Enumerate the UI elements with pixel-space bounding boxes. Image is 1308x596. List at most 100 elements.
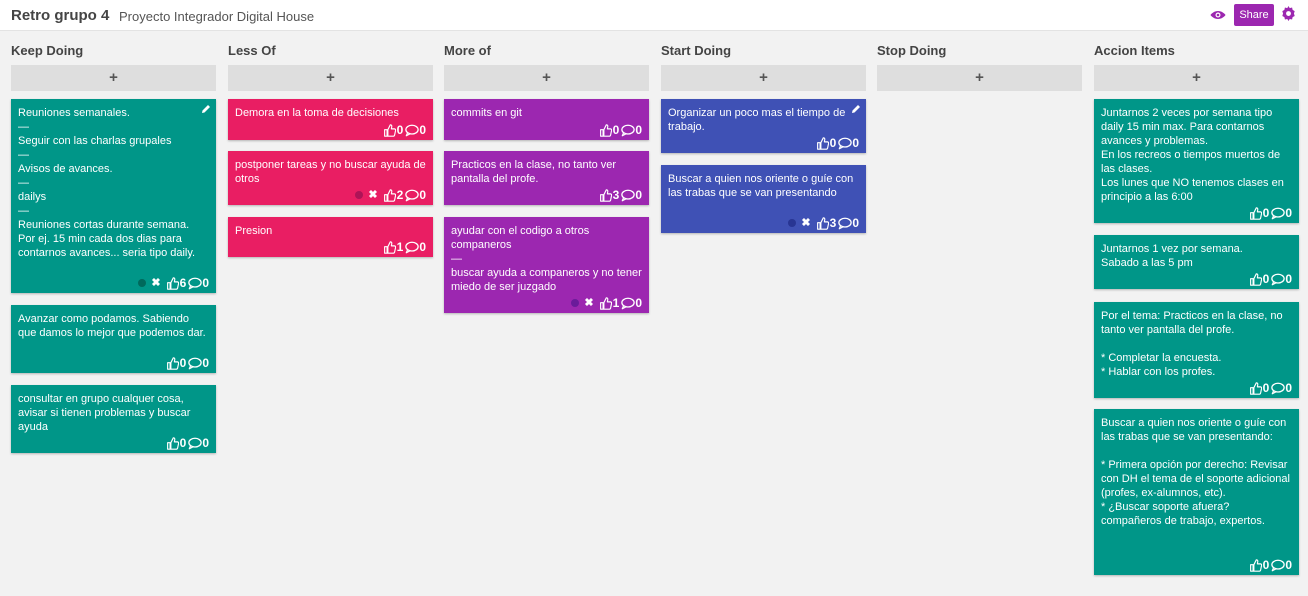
vote-dot-icon[interactable] bbox=[355, 191, 364, 199]
card-footer: ✖ 3 0 bbox=[788, 216, 861, 230]
thumbs-up-icon[interactable] bbox=[1249, 558, 1262, 572]
like-count: 0 bbox=[612, 123, 620, 137]
comment-icon[interactable] bbox=[1271, 559, 1286, 572]
column-accion-items: Accion Items + Juntarnos 2 veces por seman… bbox=[1094, 31, 1299, 591]
comment-icon[interactable] bbox=[405, 241, 420, 254]
like-count: 3 bbox=[829, 216, 837, 230]
thumbs-up-icon[interactable] bbox=[166, 276, 179, 290]
thumbs-up-icon[interactable] bbox=[599, 296, 612, 310]
like-count: 0 bbox=[1262, 206, 1270, 220]
like-count: 2 bbox=[396, 188, 404, 202]
like-count: 0 bbox=[179, 356, 187, 370]
retro-card[interactable]: Juntarnos 2 veces por semana tipo daily … bbox=[1094, 99, 1299, 223]
add-card-button[interactable]: + bbox=[661, 65, 866, 91]
retro-card[interactable]: Reuniones semanales. — Seguir con las ch… bbox=[11, 99, 216, 293]
card-text: Buscar a quien nos oriente o guíe con la… bbox=[1101, 417, 1290, 527]
retro-card[interactable]: Organizar un poco mas el tiempo de traba… bbox=[661, 99, 866, 153]
delete-icon[interactable]: ✖ bbox=[368, 188, 377, 202]
comment-icon[interactable] bbox=[1271, 273, 1286, 286]
thumbs-up-icon[interactable] bbox=[816, 216, 829, 230]
comment-icon[interactable] bbox=[188, 357, 203, 370]
comment-icon[interactable] bbox=[188, 277, 203, 290]
gear-icon[interactable] bbox=[1281, 6, 1296, 21]
vote-dot-icon[interactable] bbox=[571, 299, 580, 307]
card-footer: 00 bbox=[599, 123, 644, 137]
add-card-button[interactable]: + bbox=[1094, 65, 1299, 91]
column-stop-doing: Stop Doing + bbox=[877, 31, 1082, 591]
thumbs-up-icon[interactable] bbox=[599, 188, 612, 202]
delete-icon[interactable]: ✖ bbox=[801, 216, 810, 230]
comment-icon[interactable] bbox=[838, 137, 853, 150]
add-card-button[interactable]: + bbox=[228, 65, 433, 91]
comment-icon[interactable] bbox=[1271, 207, 1286, 220]
retro-card[interactable]: consultar en grupo cualquer cosa, avisar… bbox=[11, 385, 216, 453]
column-title: Less Of bbox=[228, 43, 276, 58]
card-text: Practicos en la clase, no tanto ver pant… bbox=[451, 159, 620, 185]
card-text: Avanzar como podamos. Sabiendo que damos… bbox=[18, 313, 206, 339]
vote-dot-icon[interactable] bbox=[788, 219, 797, 227]
delete-icon[interactable]: ✖ bbox=[584, 296, 593, 310]
retro-card[interactable]: Por el tema: Practicos en la clase, no t… bbox=[1094, 302, 1299, 398]
comment-icon[interactable] bbox=[405, 124, 420, 137]
card-text: Juntarnos 2 veces por semana tipo daily … bbox=[1101, 107, 1284, 203]
thumbs-up-icon[interactable] bbox=[166, 356, 179, 370]
card-text: consultar en grupo cualquer cosa, avisar… bbox=[18, 393, 194, 433]
comment-count: 0 bbox=[419, 240, 426, 254]
comment-icon[interactable] bbox=[838, 217, 853, 230]
comment-count: 0 bbox=[635, 123, 642, 137]
retro-card[interactable]: Presion 1 0 bbox=[228, 217, 433, 257]
retro-card[interactable]: Practicos en la clase, no tanto ver pant… bbox=[444, 151, 649, 205]
thumbs-up-icon[interactable] bbox=[1249, 381, 1262, 395]
board-subtitle: Proyecto Integrador Digital House bbox=[119, 9, 315, 24]
card-text: commits en git bbox=[451, 107, 522, 119]
comment-icon[interactable] bbox=[405, 189, 420, 202]
board-title[interactable]: Retro grupo 4 bbox=[11, 7, 109, 24]
delete-icon[interactable]: ✖ bbox=[151, 276, 160, 290]
card-text: Demora en la toma de decisiones bbox=[235, 107, 399, 119]
eye-icon[interactable] bbox=[1210, 8, 1226, 22]
pencil-icon[interactable] bbox=[851, 104, 861, 114]
retro-card[interactable]: Avanzar como podamos. Sabiendo que damos… bbox=[11, 305, 216, 373]
thumbs-up-icon[interactable] bbox=[383, 123, 396, 137]
like-count: 0 bbox=[396, 123, 404, 137]
comment-icon[interactable] bbox=[621, 189, 636, 202]
retro-card[interactable]: Buscar a quien nos oriente o guíe con la… bbox=[661, 165, 866, 233]
thumbs-up-icon[interactable] bbox=[816, 136, 829, 150]
comment-count: 0 bbox=[419, 123, 426, 137]
add-card-button[interactable]: + bbox=[11, 65, 216, 91]
comment-icon[interactable] bbox=[621, 124, 636, 137]
thumbs-up-icon[interactable] bbox=[383, 188, 396, 202]
column-title: Keep Doing bbox=[11, 43, 84, 58]
thumbs-up-icon[interactable] bbox=[1249, 206, 1262, 220]
thumbs-up-icon[interactable] bbox=[166, 436, 179, 450]
card-text: Juntarnos 1 vez por semana. Sabado a las… bbox=[1101, 243, 1243, 269]
comment-icon[interactable] bbox=[1271, 382, 1286, 395]
card-footer: 00 bbox=[1249, 558, 1294, 572]
card-text: ayudar con el codigo a otros companeros … bbox=[451, 225, 642, 293]
thumbs-up-icon[interactable] bbox=[1249, 272, 1262, 286]
card-footer: 00 bbox=[383, 123, 428, 137]
pencil-icon[interactable] bbox=[201, 104, 211, 114]
card-text: Presion bbox=[235, 225, 273, 237]
retro-card[interactable]: ayudar con el codigo a otros companeros … bbox=[444, 217, 649, 313]
add-card-button[interactable]: + bbox=[877, 65, 1082, 91]
comment-icon[interactable] bbox=[621, 297, 636, 310]
thumbs-up-icon[interactable] bbox=[383, 240, 396, 254]
share-button[interactable]: Share bbox=[1234, 4, 1274, 26]
retro-card[interactable]: Juntarnos 1 vez por semana. Sabado a las… bbox=[1094, 235, 1299, 289]
add-card-button[interactable]: + bbox=[444, 65, 649, 91]
comment-icon[interactable] bbox=[188, 437, 203, 450]
retro-card[interactable]: Buscar a quien nos oriente o guíe con la… bbox=[1094, 409, 1299, 575]
card-text: postponer tareas y no buscar ayuda de ot… bbox=[235, 159, 429, 185]
retro-card[interactable]: Demora en la toma de decisiones 0 0 bbox=[228, 99, 433, 140]
column-title: Start Doing bbox=[661, 43, 732, 58]
thumbs-up-icon[interactable] bbox=[599, 123, 612, 137]
vote-dot-icon[interactable] bbox=[138, 279, 147, 287]
retro-card[interactable]: commits en git 0 0 bbox=[444, 99, 649, 140]
column-keep-doing: Keep Doing + Reuniones semanales. — Seguir… bbox=[11, 31, 216, 591]
like-count: 6 bbox=[179, 276, 187, 290]
retro-card[interactable]: postponer tareas y no buscar ayuda de ot… bbox=[228, 151, 433, 205]
card-footer: 00 bbox=[166, 436, 211, 450]
card-footer: 10 bbox=[383, 240, 428, 254]
card-footer: ✖ 1 0 bbox=[571, 296, 644, 310]
